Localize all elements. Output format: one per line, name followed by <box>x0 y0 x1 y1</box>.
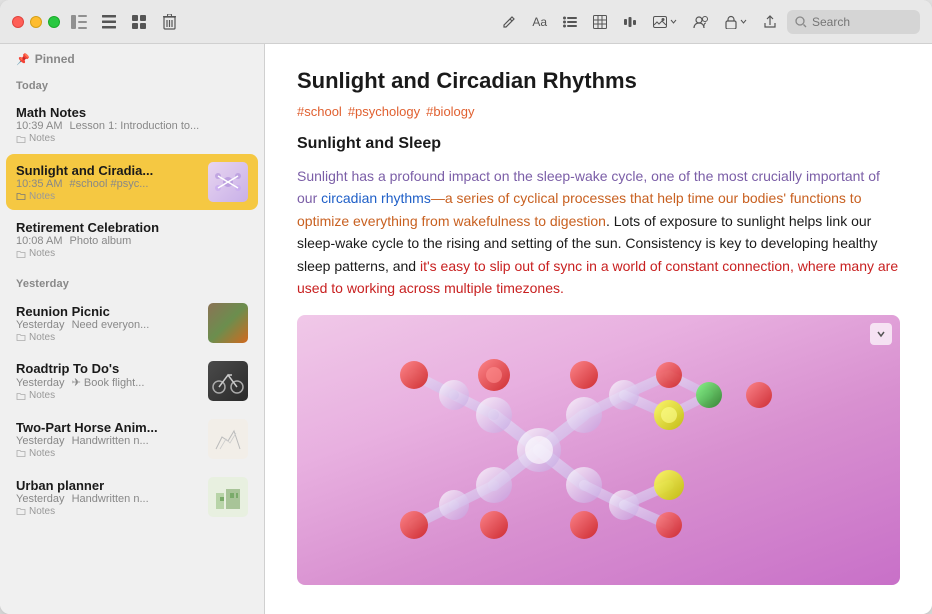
sidebar: 📌 Pinned Today Math Notes 10:39 AM Lesso… <box>0 44 265 614</box>
note-thumbnail-urban <box>208 477 248 517</box>
note-folder: Notes <box>16 191 200 202</box>
note-editor: Sunlight and Circadian Rhythms #school #… <box>265 44 932 614</box>
today-section-header: Today <box>0 70 264 96</box>
note-body[interactable]: Sunlight has a profound impact on the sl… <box>297 165 900 299</box>
body-text-normal-3: and <box>389 258 420 274</box>
note-tags: #school #psychology #biology <box>297 104 900 119</box>
compose-button[interactable] <box>496 9 522 35</box>
search-input[interactable] <box>812 15 912 29</box>
app-window: Aa <box>0 0 932 614</box>
maximize-button[interactable] <box>48 16 60 28</box>
note-info: Urban planner Yesterday Handwritten n...… <box>16 478 200 517</box>
note-item-reunion[interactable]: Reunion Picnic Yesterday Need everyon...… <box>6 295 258 351</box>
note-meta: 10:08 AM Photo album <box>16 235 248 247</box>
note-folder: Notes <box>16 390 200 401</box>
bullets-button[interactable] <box>557 9 583 35</box>
note-meta: Yesterday Handwritten n... <box>16 493 200 505</box>
traffic-lights <box>12 16 60 28</box>
note-folder: Notes <box>16 332 200 343</box>
note-subtitle: Sunlight and Sleep <box>297 135 900 153</box>
collab-button[interactable] <box>687 9 715 35</box>
note-folder: Notes <box>16 448 200 459</box>
folder-icon <box>16 391 26 401</box>
tag-biology[interactable]: #biology <box>426 104 474 119</box>
note-main-title: Sunlight and Circadian Rhythms <box>297 68 900 94</box>
close-button[interactable] <box>12 16 24 28</box>
note-item-math[interactable]: Math Notes 10:39 AM Lesson 1: Introducti… <box>6 97 258 152</box>
note-title: Math Notes <box>16 105 248 120</box>
note-thumbnail-molecule <box>208 162 248 202</box>
note-title: Roadtrip To Do's <box>16 361 200 376</box>
note-meta: Yesterday Handwritten n... <box>16 435 200 447</box>
note-thumbnail-picnic <box>208 303 248 343</box>
list-view-button[interactable] <box>98 11 120 33</box>
folder-icon <box>16 506 26 516</box>
note-info: Reunion Picnic Yesterday Need everyon...… <box>16 304 200 343</box>
note-title: Urban planner <box>16 478 200 493</box>
note-info: Sunlight and Ciradia... 10:35 AM #school… <box>16 163 200 202</box>
folder-icon <box>16 134 26 144</box>
note-folder: Notes <box>16 248 248 259</box>
note-title: Two-Part Horse Anim... <box>16 420 200 435</box>
table-button[interactable] <box>587 9 613 35</box>
share-button[interactable] <box>757 9 783 35</box>
grid-view-button[interactable] <box>128 11 150 33</box>
folder-icon <box>16 191 26 201</box>
search-bar[interactable] <box>787 10 920 34</box>
editor-content[interactable]: Sunlight and Circadian Rhythms #school #… <box>265 44 932 614</box>
note-folder: Notes <box>16 506 200 517</box>
note-info: Roadtrip To Do's Yesterday ✈ Book flight… <box>16 361 200 401</box>
tag-school[interactable]: #school <box>297 104 342 119</box>
note-item-retirement[interactable]: Retirement Celebration 10:08 AM Photo al… <box>6 212 258 267</box>
note-item-roadtrip[interactable]: Roadtrip To Do's Yesterday ✈ Book flight… <box>6 353 258 409</box>
note-meta: Yesterday Need everyon... <box>16 319 200 331</box>
note-meta: Yesterday ✈ Book flight... <box>16 376 200 389</box>
folder-icon <box>16 249 26 259</box>
lock-button[interactable] <box>719 9 753 35</box>
note-info: Math Notes 10:39 AM Lesson 1: Introducti… <box>16 105 248 144</box>
note-item-horse[interactable]: Two-Part Horse Anim... Yesterday Handwri… <box>6 411 258 467</box>
main-content: 📌 Pinned Today Math Notes 10:39 AM Lesso… <box>0 44 932 614</box>
audio-button[interactable] <box>617 9 643 35</box>
note-meta: 10:35 AM #school #psyc... <box>16 178 200 190</box>
format-button[interactable]: Aa <box>526 9 553 35</box>
note-item-urban[interactable]: Urban planner Yesterday Handwritten n...… <box>6 469 258 525</box>
molecule-visualization <box>297 315 900 585</box>
tag-psychology[interactable]: #psychology <box>348 104 420 119</box>
note-thumbnail-bike <box>208 361 248 401</box>
note-title: Sunlight and Ciradia... <box>16 163 200 178</box>
right-toolbar: Aa <box>496 9 920 35</box>
sidebar-toggle-button[interactable] <box>68 11 90 33</box>
yesterday-section-header: Yesterday <box>0 268 264 294</box>
minimize-button[interactable] <box>30 16 42 28</box>
image-collapse-button[interactable] <box>870 323 892 345</box>
delete-button[interactable] <box>158 11 180 33</box>
note-title: Retirement Celebration <box>16 220 248 235</box>
folder-icon <box>16 332 26 342</box>
folder-icon <box>16 448 26 458</box>
media-button[interactable] <box>647 9 683 35</box>
note-meta: 10:39 AM Lesson 1: Introduction to... <box>16 120 248 132</box>
note-info: Retirement Celebration 10:08 AM Photo al… <box>16 220 248 259</box>
body-text-blue: circadian rhythms <box>321 190 431 206</box>
search-icon <box>795 16 807 28</box>
note-item-sunlight[interactable]: Sunlight and Ciradia... 10:35 AM #school… <box>6 154 258 210</box>
pinned-section-header: 📌 Pinned <box>0 44 264 70</box>
note-title: Reunion Picnic <box>16 304 200 319</box>
note-folder: Notes <box>16 133 248 144</box>
note-thumbnail-horse <box>208 419 248 459</box>
titlebar: Aa <box>0 0 932 44</box>
note-image <box>297 315 900 585</box>
note-info: Two-Part Horse Anim... Yesterday Handwri… <box>16 420 200 459</box>
